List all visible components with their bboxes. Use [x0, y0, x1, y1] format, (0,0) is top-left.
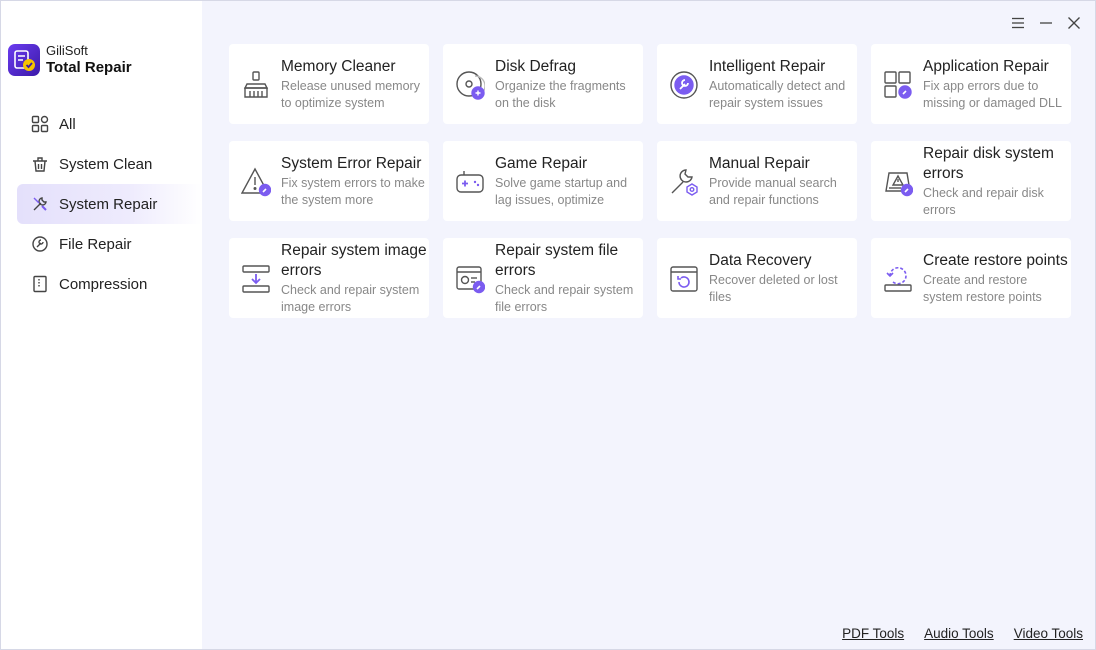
broom-icon [243, 71, 269, 98]
sidebar-item-file-repair[interactable]: File Repair [17, 224, 202, 264]
card-desc: Release unused memory to optimize system [281, 78, 420, 110]
card-desc: Check and repair system image errors [281, 282, 420, 314]
zip-icon [31, 275, 49, 293]
brand-product: Total Repair [46, 58, 132, 76]
pdf-tools-link[interactable]: PDF Tools [842, 626, 904, 641]
card-title: Disk Defrag [495, 57, 576, 75]
disk-warning-icon [885, 172, 913, 197]
menu-button[interactable] [1011, 14, 1025, 32]
card-title: Memory Cleaner [281, 57, 396, 75]
sidebar-item-all[interactable]: All [17, 104, 202, 144]
card-title: Create restore points [923, 251, 1068, 269]
sidebar-nav: All System Clean System Repair File Repa… [17, 104, 202, 304]
card-memory-cleaner[interactable]: Memory Cleaner Release unused memory to … [229, 44, 429, 124]
sidebar-item-label: Compression [59, 275, 148, 293]
sidebar-item-system-repair[interactable]: System Repair [17, 184, 202, 224]
close-button[interactable] [1067, 14, 1081, 32]
warning-icon [241, 167, 271, 197]
card-title: System Error Repair [281, 154, 422, 172]
restore-icon [884, 266, 912, 292]
app-window: GiliSoft Total Repair All System Clean S… [0, 0, 1096, 650]
smart-wrench-icon [670, 71, 698, 99]
tool-grid: Memory Cleaner Release unused memory to … [229, 44, 1071, 318]
card-title: Game Repair [495, 154, 588, 172]
close-icon [1068, 17, 1080, 29]
card-create-restore-points[interactable]: Create restore points Create and restore… [871, 238, 1071, 318]
card-desc: Automatically detect and repair system i… [709, 78, 846, 110]
card-desc: Solve game startup and lag issues, optim… [495, 175, 628, 207]
disk-icon [456, 71, 485, 100]
manual-wrench-icon [671, 169, 698, 196]
brand: GiliSoft Total Repair [8, 43, 132, 77]
card-title: Repair system file errors [495, 241, 619, 279]
card-manual-repair[interactable]: Manual Repair Provide manual search and … [657, 141, 857, 221]
audio-tools-link[interactable]: Audio Tools [924, 626, 994, 641]
card-desc: Fix system errors to make the system mor… [281, 175, 425, 207]
card-application-repair[interactable]: Application Repair Fix app errors due to… [871, 44, 1071, 124]
sidebar-item-compression[interactable]: Compression [17, 264, 202, 304]
card-repair-disk-errors[interactable]: Repair disk system errors Check and repa… [871, 141, 1071, 221]
card-game-repair[interactable]: Game Repair Solve game startup and lag i… [443, 141, 643, 221]
app-logo-icon [8, 44, 40, 76]
card-desc: Provide manual search and repair functio… [709, 175, 837, 207]
menu-icon [1012, 17, 1024, 29]
card-title: Manual Repair [709, 154, 810, 172]
grid-icon [31, 115, 49, 133]
image-download-icon [242, 265, 270, 293]
card-desc: Check and repair system file errors [495, 282, 634, 314]
card-title: Intelligent Repair [709, 57, 826, 75]
footer-links: PDF Tools Audio Tools Video Tools [842, 626, 1083, 641]
sidebar-item-system-clean[interactable]: System Clean [17, 144, 202, 184]
card-title: Application Repair [923, 57, 1049, 75]
card-desc: Check and repair disk errors [923, 185, 1044, 217]
card-data-recovery[interactable]: Data Recovery Recover deleted or lost fi… [657, 238, 857, 318]
app-grid-icon [884, 71, 912, 99]
sidebar-item-label: All [59, 115, 76, 133]
brand-company: GiliSoft [46, 42, 88, 58]
card-repair-file-errors[interactable]: Repair system file errors Check and repa… [443, 238, 643, 318]
card-repair-image-errors[interactable]: Repair system image errors Check and rep… [229, 238, 429, 318]
gamepad-icon [456, 171, 484, 193]
trash-icon [31, 155, 49, 173]
sidebar-item-label: File Repair [59, 235, 132, 253]
file-gear-icon [456, 266, 485, 294]
card-desc: Organize the fragments on the disk [495, 78, 626, 110]
sidebar: GiliSoft Total Repair All System Clean S… [1, 1, 202, 649]
recovery-icon [670, 266, 698, 292]
card-desc: Recover deleted or lost files [709, 272, 838, 304]
card-system-error-repair[interactable]: System Error Repair Fix system errors to… [229, 141, 429, 221]
window-controls [1011, 14, 1081, 32]
minimize-icon [1040, 22, 1052, 24]
sidebar-item-label: System Repair [59, 195, 158, 213]
file-repair-icon [31, 235, 49, 253]
card-title: Repair system image errors [281, 241, 427, 279]
card-intelligent-repair[interactable]: Intelligent Repair Automatically detect … [657, 44, 857, 124]
card-disk-defrag[interactable]: Disk Defrag Organize the fragments on th… [443, 44, 643, 124]
sidebar-item-label: System Clean [59, 155, 153, 173]
card-title: Data Recovery [709, 251, 812, 269]
card-desc: Fix app errors due to missing or damaged… [923, 78, 1062, 110]
card-title: Repair disk system errors [923, 144, 1054, 182]
card-desc: Create and restore system restore points [923, 272, 1042, 304]
video-tools-link[interactable]: Video Tools [1014, 626, 1083, 641]
minimize-button[interactable] [1039, 14, 1053, 32]
wrench-icon [31, 195, 49, 213]
